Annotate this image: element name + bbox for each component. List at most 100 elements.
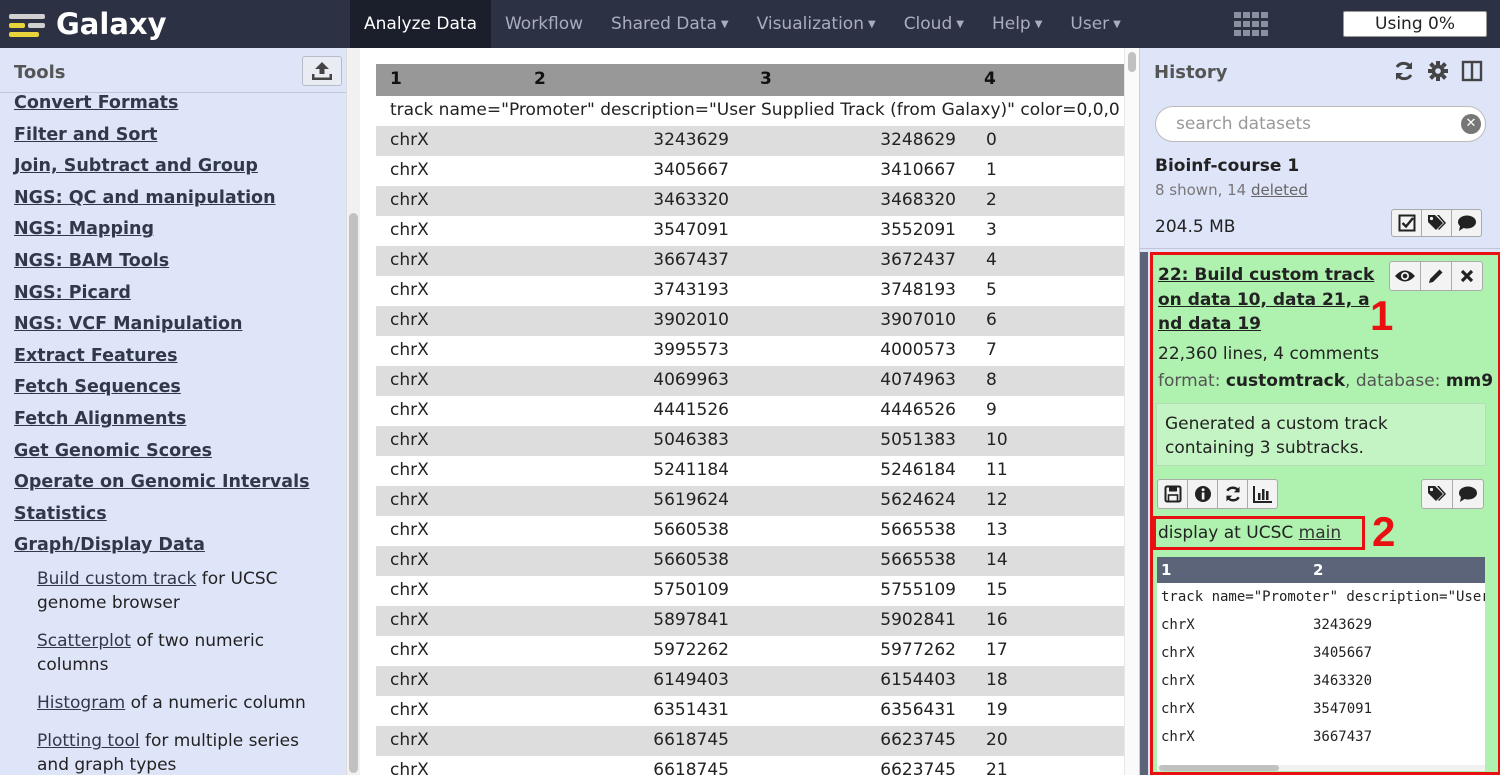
tags-icon xyxy=(1427,215,1446,230)
brand-link[interactable]: Galaxy xyxy=(6,6,167,42)
table-cell: 4446526 xyxy=(880,400,956,420)
table-header: 1 2 3 4 xyxy=(376,64,1124,96)
tool-item: Plotting tool for multiple series and gr… xyxy=(37,729,334,775)
tool-section-graph-display-data[interactable]: Graph/Display Data xyxy=(14,530,334,562)
callout-box-display xyxy=(1153,516,1365,550)
tool-panel-header: Tools xyxy=(0,48,346,93)
table-row: chrX 6618745 6623745 20 xyxy=(376,726,1124,756)
columns-icon[interactable] xyxy=(1460,59,1484,83)
callout-label-2: 2 xyxy=(1372,508,1396,555)
table-row: chrX 5619624 5624624 12 xyxy=(376,486,1124,516)
table-cell: 16 xyxy=(986,610,1008,630)
table-cell: 3248629 xyxy=(880,130,956,150)
tool-section-fetch-alignments[interactable]: Fetch Alignments xyxy=(14,404,334,436)
tool-link[interactable]: Build custom track xyxy=(37,569,196,589)
nav-label: Cloud xyxy=(903,14,953,34)
center-panel: 1 2 3 4 track name="Promoter" description="… xyxy=(360,48,1139,775)
table-row: chrX 6149403 6154403 18 xyxy=(376,666,1124,696)
tool-section-list: Text ManipulationConvert FormatsFilter a… xyxy=(14,74,334,775)
tool-link[interactable]: Histogram xyxy=(37,693,125,713)
apps-grid-icon[interactable] xyxy=(1233,11,1268,37)
tool-description: of a numeric column xyxy=(125,692,306,713)
nav-help[interactable]: Help ▼ xyxy=(978,0,1056,48)
galaxy-logo-icon xyxy=(6,7,48,41)
gear-icon[interactable] xyxy=(1426,59,1450,83)
deleted-link[interactable]: deleted xyxy=(1251,181,1308,199)
table-cell: 4 xyxy=(986,250,997,270)
tool-section-fetch-sequences[interactable]: Fetch Sequences xyxy=(14,372,334,404)
history-annotation-button[interactable] xyxy=(1451,209,1482,237)
history-tags-button[interactable] xyxy=(1421,209,1452,237)
nav-cloud[interactable]: Cloud ▼ xyxy=(890,0,978,48)
table-cell: 6623745 xyxy=(880,730,956,750)
tool-section-operate-on-genomic-intervals[interactable]: Operate on Genomic Intervals xyxy=(14,467,334,499)
table-cell: 11 xyxy=(986,460,1008,480)
tool-section-ngs-vcf-manipulation[interactable]: NGS: VCF Manipulation xyxy=(14,309,334,341)
table-row: chrX 3405667 3410667 1 xyxy=(376,156,1124,186)
tool-item: Scatterplot of two numeric columns xyxy=(37,629,334,677)
table-cell: 5665538 xyxy=(880,520,956,540)
history-name[interactable]: Bioinf-course 1 xyxy=(1155,156,1299,176)
upload-icon xyxy=(312,62,332,80)
table-cell: 14 xyxy=(986,550,1008,570)
table-cell: 0 xyxy=(986,130,997,150)
tool-section-filter-and-sort[interactable]: Filter and Sort xyxy=(14,120,334,152)
nav-analyze-data[interactable]: Analyze Data xyxy=(350,0,491,48)
tool-section-join-subtract-and-group[interactable]: Join, Subtract and Group xyxy=(14,151,334,183)
table-cell: 4074963 xyxy=(880,370,956,390)
table-row: chrX 4441526 4446526 9 xyxy=(376,396,1124,426)
table-cell: 6356431 xyxy=(880,700,956,720)
tool-section-ngs-bam-tools[interactable]: NGS: BAM Tools xyxy=(14,246,334,278)
table-cell: 6154403 xyxy=(880,670,956,690)
search-datasets-input[interactable]: search datasets ✕ xyxy=(1155,106,1486,142)
table-row: chrX 6618745 6623745 21 xyxy=(376,756,1124,775)
tool-link[interactable]: Plotting tool xyxy=(37,731,140,751)
column-header[interactable]: 2 xyxy=(534,69,546,89)
table-cell: 13 xyxy=(986,520,1008,540)
table-cell: 5246184 xyxy=(880,460,956,480)
column-header[interactable]: 4 xyxy=(984,69,996,89)
tool-section-ngs-mapping[interactable]: NGS: Mapping xyxy=(14,214,334,246)
column-header[interactable]: 1 xyxy=(390,69,402,89)
table-row: chrX 3547091 3552091 3 xyxy=(376,216,1124,246)
track-line: track name="Promoter" description="User … xyxy=(376,96,1124,126)
table-cell: 3552091 xyxy=(880,220,956,240)
main-nav: Analyze Data Workflow Shared Data ▼ Visualiz… xyxy=(350,0,1135,48)
nav-workflow[interactable]: Workflow xyxy=(491,0,597,48)
table-cell: 3748193 xyxy=(880,280,956,300)
nav-shared-data[interactable]: Shared Data ▼ xyxy=(597,0,743,48)
clear-search-icon[interactable]: ✕ xyxy=(1461,114,1481,134)
table-row: chrX 3243629 3248629 0 xyxy=(376,126,1124,156)
upload-button[interactable] xyxy=(302,56,342,86)
center-scrollbar[interactable] xyxy=(1124,48,1139,775)
table-cell: 10 xyxy=(986,430,1008,450)
tool-section-ngs-qc-and-manipulation[interactable]: NGS: QC and manipulation xyxy=(14,183,334,215)
table-cell: 5755109 xyxy=(880,580,956,600)
table-cell: 3907010 xyxy=(880,310,956,330)
tool-link[interactable]: Scatterplot xyxy=(37,631,131,651)
table-row: chrX 6351431 6356431 19 xyxy=(376,696,1124,726)
table-cell: 5665538 xyxy=(880,550,956,570)
table-row: chrX 3463320 3468320 2 xyxy=(376,186,1124,216)
quota-meter[interactable]: Using 0% xyxy=(1343,11,1487,37)
table-cell: 9 xyxy=(986,400,997,420)
table-cell: 6 xyxy=(986,310,997,330)
tool-panel-scrollbar[interactable] xyxy=(346,48,360,775)
table-cell: 19 xyxy=(986,700,1008,720)
table-row: chrX 5241184 5246184 11 xyxy=(376,456,1124,486)
tool-section-extract-features[interactable]: Extract Features xyxy=(14,341,334,373)
nav-user[interactable]: User ▼ xyxy=(1056,0,1134,48)
tool-section-statistics[interactable]: Statistics xyxy=(14,499,334,531)
nav-label: Workflow xyxy=(504,14,584,34)
caret-down-icon: ▼ xyxy=(956,18,964,30)
nav-visualization[interactable]: Visualization ▼ xyxy=(743,0,890,48)
refresh-icon[interactable] xyxy=(1392,59,1416,83)
table-cell: 2 xyxy=(986,190,997,210)
table-row: chrX 5660538 5665538 13 xyxy=(376,516,1124,546)
tool-section-ngs-picard[interactable]: NGS: Picard xyxy=(14,278,334,310)
select-datasets-button[interactable] xyxy=(1391,209,1422,237)
masthead: Galaxy Analyze Data Workflow Shared Data ▼ V… xyxy=(0,0,1500,48)
tool-section-get-genomic-scores[interactable]: Get Genomic Scores xyxy=(14,436,334,468)
tool-item: Histogram of a numeric column xyxy=(37,691,334,715)
column-header[interactable]: 3 xyxy=(760,69,772,89)
